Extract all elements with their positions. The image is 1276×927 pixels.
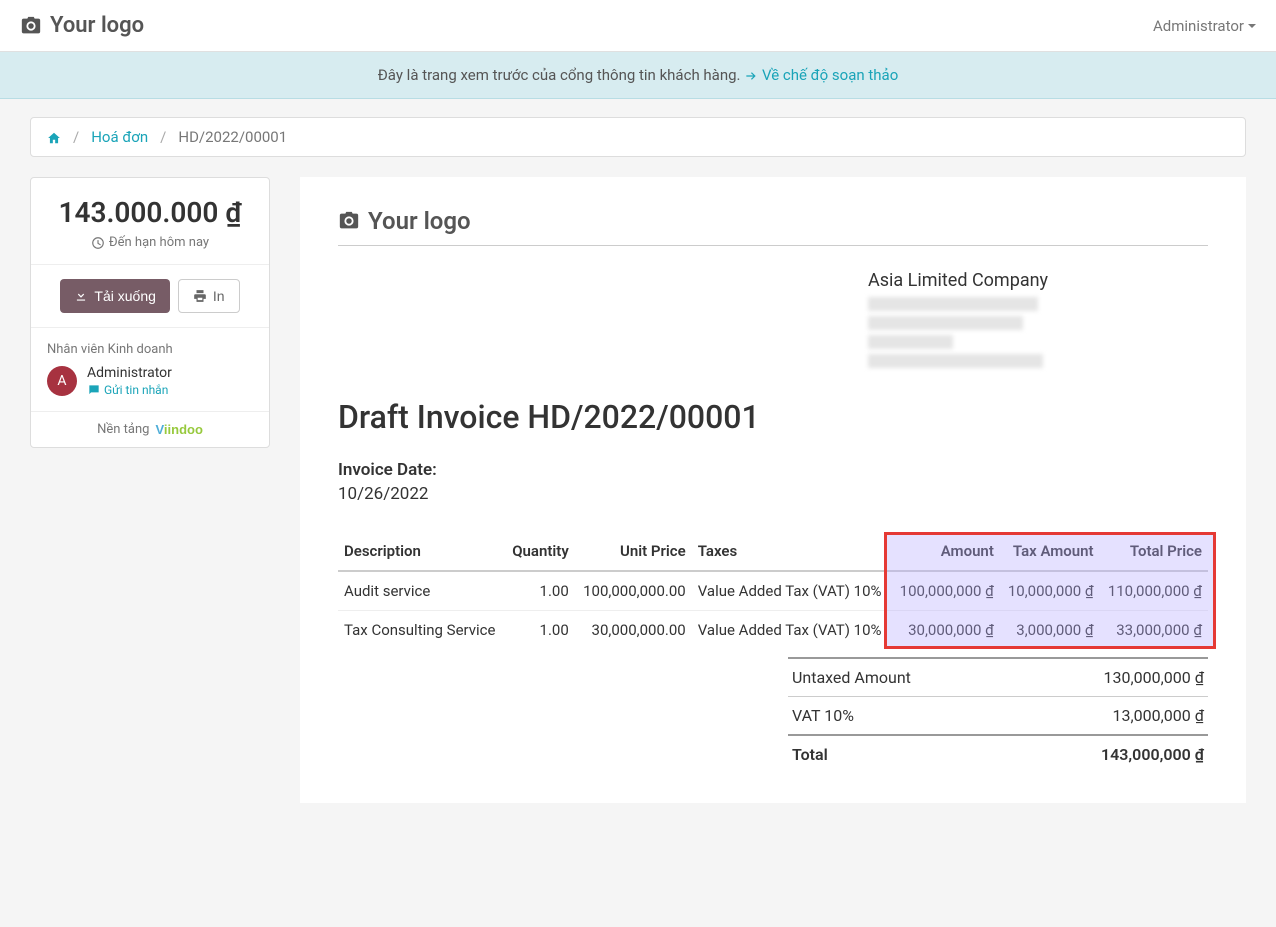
total-label: Total xyxy=(792,745,828,764)
col-tax-amount: Tax Amount xyxy=(1000,532,1100,571)
doc-logo-text: Your logo xyxy=(368,207,471,235)
logo-text: Your logo xyxy=(50,13,144,38)
powered-by: Nền tảng Viindoo xyxy=(31,412,269,447)
redacted-line xyxy=(868,335,953,349)
camera-icon xyxy=(20,15,42,37)
banner-text: Đây là trang xem trước của cổng thông ti… xyxy=(378,66,741,84)
redacted-line xyxy=(868,297,1038,311)
vat-label: VAT 10% xyxy=(792,706,854,725)
powered-label: Nền tảng xyxy=(97,422,149,437)
sidebar: 143.000.000 ₫ Đến hạn hôm nay Tải xuống … xyxy=(30,177,270,448)
due-text: Đến hạn hôm nay xyxy=(109,235,209,250)
cell-amount: 100,000,000 ₫ xyxy=(892,571,1000,611)
invoice-title: Draft Invoice HD/2022/00001 xyxy=(338,398,1208,436)
user-name: Administrator xyxy=(1153,17,1244,35)
cell-taxamt: 10,000,000 ₫ xyxy=(1000,571,1100,611)
edit-mode-link[interactable]: Về chế độ soạn thảo xyxy=(762,66,898,84)
cell-desc: Tax Consulting Service xyxy=(338,611,505,650)
avatar: A xyxy=(47,366,77,396)
preview-banner: Đây là trang xem trước của cổng thông ti… xyxy=(0,52,1276,99)
breadcrumb-invoices[interactable]: Hoá đơn xyxy=(91,128,148,146)
chat-icon xyxy=(87,383,101,397)
download-button[interactable]: Tải xuống xyxy=(60,279,169,313)
breadcrumb-sep: / xyxy=(73,128,79,146)
cell-unit: 100,000,000.00 xyxy=(575,571,692,611)
vat-value: 13,000,000 ₫ xyxy=(1113,706,1204,725)
cell-taxamt: 3,000,000 ₫ xyxy=(1000,611,1100,650)
clock-icon xyxy=(91,236,105,250)
company-name: Asia Limited Company xyxy=(868,270,1208,291)
cell-taxes: Value Added Tax (VAT) 10% xyxy=(692,571,892,611)
redacted-line xyxy=(868,354,1043,368)
send-msg-label: Gửi tin nhắn xyxy=(104,383,168,397)
redacted-line xyxy=(868,316,1023,330)
print-button[interactable]: In xyxy=(178,279,240,313)
sidebar-total: 143.000.000 ₫ xyxy=(47,196,253,229)
due-date: Đến hạn hôm nay xyxy=(47,235,253,250)
cell-amount: 30,000,000 ₫ xyxy=(892,611,1000,650)
col-taxes: Taxes xyxy=(692,532,892,571)
cell-desc: Audit service xyxy=(338,571,505,611)
camera-icon xyxy=(338,210,360,232)
cell-total: 33,000,000 ₫ xyxy=(1100,611,1208,650)
user-menu[interactable]: Administrator xyxy=(1153,17,1256,35)
app-logo[interactable]: Your logo xyxy=(20,13,144,38)
breadcrumb-current: HD/2022/00001 xyxy=(178,128,287,146)
salesperson-name: Administrator xyxy=(87,365,172,381)
totals-vat: VAT 10% 13,000,000 ₫ xyxy=(788,696,1208,734)
total-value: 143,000,000 ₫ xyxy=(1101,745,1204,764)
totals-section: Untaxed Amount 130,000,000 ₫ VAT 10% 13,… xyxy=(788,657,1208,773)
invoice-date-value: 10/26/2022 xyxy=(338,484,1208,504)
company-address: Asia Limited Company xyxy=(868,270,1208,368)
cell-unit: 30,000,000.00 xyxy=(575,611,692,650)
print-icon xyxy=(193,289,207,303)
cell-total: 110,000,000 ₫ xyxy=(1100,571,1208,611)
print-label: In xyxy=(213,288,225,304)
untaxed-label: Untaxed Amount xyxy=(792,668,911,687)
download-label: Tải xuống xyxy=(94,288,155,304)
invoice-document: Your logo Asia Limited Company Draft Inv… xyxy=(300,177,1246,803)
table-header-row: Description Quantity Unit Price Taxes Am… xyxy=(338,532,1208,571)
top-nav: Your logo Administrator xyxy=(0,0,1276,52)
col-quantity: Quantity xyxy=(505,532,575,571)
invoice-lines-table: Description Quantity Unit Price Taxes Am… xyxy=(338,532,1208,649)
home-link[interactable] xyxy=(47,128,61,146)
divider xyxy=(338,245,1208,246)
viindoo-logo: Viindoo xyxy=(155,422,202,437)
col-total-price: Total Price xyxy=(1100,532,1208,571)
send-message-link[interactable]: Gửi tin nhắn xyxy=(87,383,172,397)
cell-qty: 1.00 xyxy=(505,611,575,650)
chevron-down-icon xyxy=(1248,24,1256,28)
download-icon xyxy=(74,289,88,303)
salesperson-label: Nhân viên Kinh doanh xyxy=(47,342,253,357)
invoice-date-label: Invoice Date: xyxy=(338,460,1208,480)
col-amount: Amount xyxy=(892,532,1000,571)
cell-qty: 1.00 xyxy=(505,571,575,611)
table-row: Tax Consulting Service1.0030,000,000.00V… xyxy=(338,611,1208,650)
cell-taxes: Value Added Tax (VAT) 10% xyxy=(692,611,892,650)
breadcrumb-sep: / xyxy=(160,128,166,146)
totals-untaxed: Untaxed Amount 130,000,000 ₫ xyxy=(788,657,1208,696)
col-unit-price: Unit Price xyxy=(575,532,692,571)
document-logo: Your logo xyxy=(338,207,1208,235)
col-description: Description xyxy=(338,532,505,571)
arrow-right-icon xyxy=(744,66,762,84)
untaxed-value: 130,000,000 ₫ xyxy=(1104,668,1204,687)
totals-total: Total 143,000,000 ₫ xyxy=(788,734,1208,773)
breadcrumb: / Hoá đơn / HD/2022/00001 xyxy=(30,117,1246,157)
table-row: Audit service1.00100,000,000.00Value Add… xyxy=(338,571,1208,611)
